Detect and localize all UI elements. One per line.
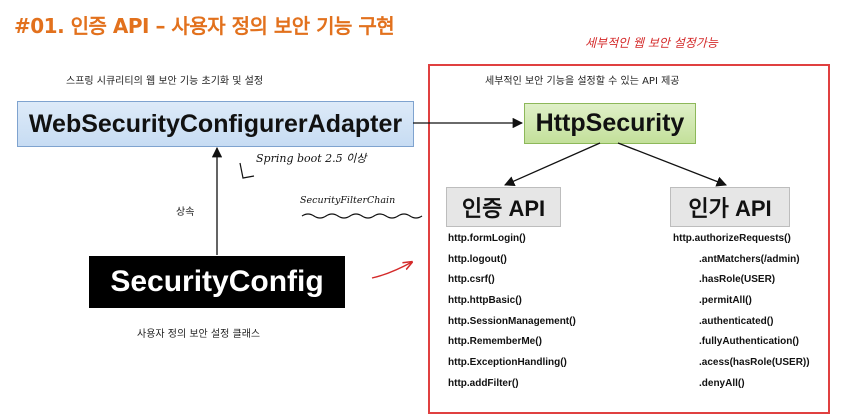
- http-security-to-authorization-arrow: [617, 142, 727, 187]
- http-security-to-authentication-arrow: [504, 142, 601, 186]
- handwritten-hook-arrow: [239, 162, 255, 179]
- handwritten-red-arrow: [371, 262, 412, 279]
- handwritten-wavy-underline: [301, 213, 423, 219]
- connector-layer: [211, 117, 727, 279]
